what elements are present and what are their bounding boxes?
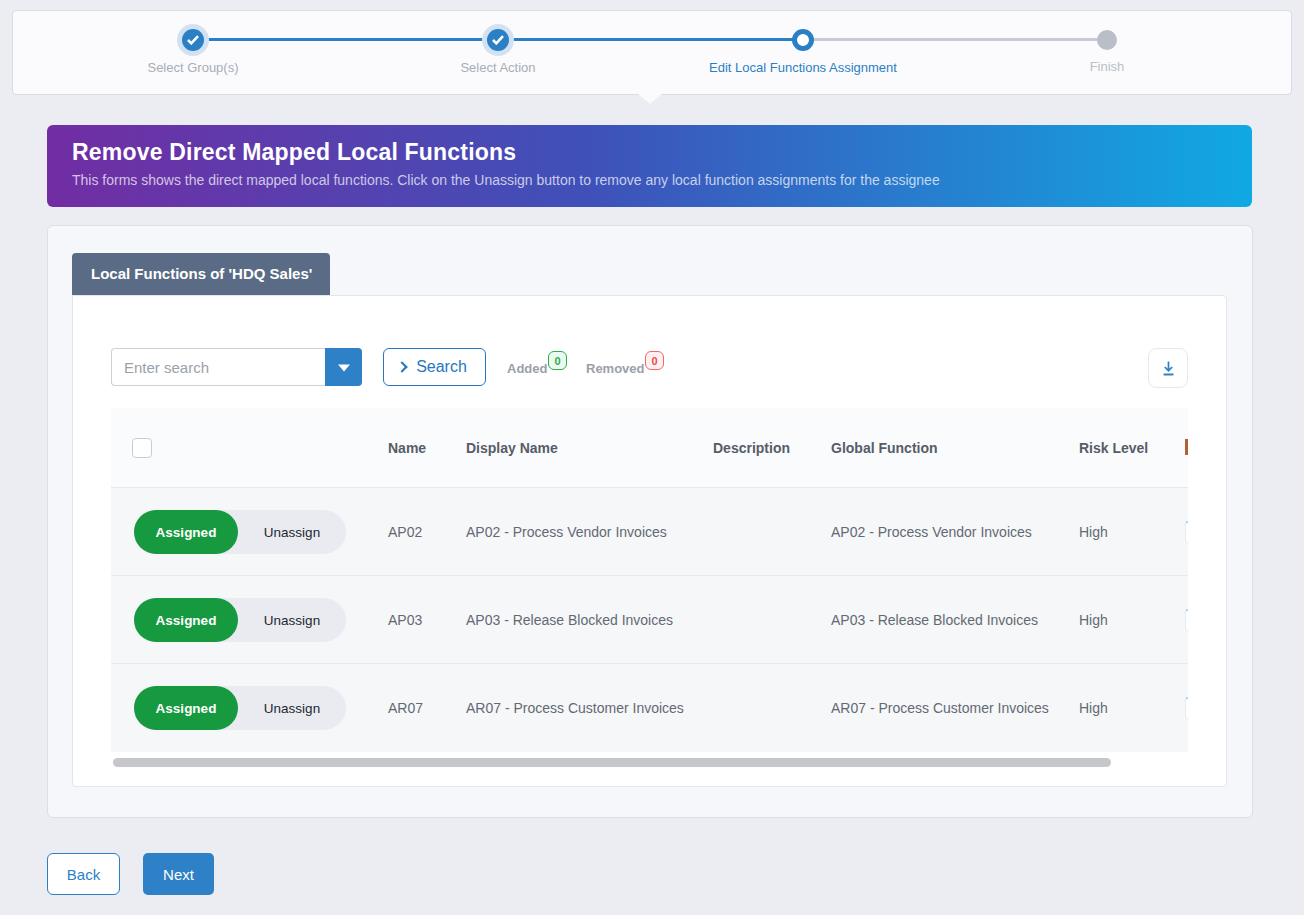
- select-all-checkbox[interactable]: [132, 438, 152, 458]
- next-button[interactable]: Next: [143, 853, 214, 895]
- table-header: Name Display Name Description Global Fun…: [111, 408, 1188, 488]
- clipped-cell-element: [1185, 697, 1188, 719]
- local-functions-table: Name Display Name Description Global Fun…: [111, 408, 1188, 752]
- stepper-step-select-groups[interactable]: Select Group(s): [43, 11, 343, 75]
- assigned-state[interactable]: Assigned: [134, 510, 238, 554]
- unassign-button[interactable]: Unassign: [238, 686, 346, 730]
- cell-risk-level: High: [1079, 524, 1108, 540]
- cell-global-function: AP02 - Process Vendor Invoices: [831, 524, 1032, 540]
- cell-display-name: AR07 - Process Customer Invoices: [466, 700, 684, 716]
- table-row: Assigned Unassign AR07 AR07 - Process Cu…: [111, 664, 1188, 752]
- banner-title: Remove Direct Mapped Local Functions: [72, 139, 1227, 166]
- col-header-description: Description: [713, 440, 790, 456]
- search-input[interactable]: [111, 348, 325, 386]
- stepper-step-label: Select Group(s): [43, 60, 343, 75]
- upcoming-step-dot: [1097, 30, 1117, 50]
- horizontal-scrollbar[interactable]: [113, 758, 1111, 767]
- assigned-state[interactable]: Assigned: [134, 598, 238, 642]
- download-button[interactable]: [1148, 348, 1188, 388]
- col-header-global-function: Global Function: [831, 440, 938, 456]
- stepper-step-edit-local-functions[interactable]: Edit Local Functions Assignment: [653, 11, 953, 75]
- stepper-notch: [637, 93, 663, 104]
- search-button[interactable]: Search: [383, 348, 486, 386]
- search-dropdown-button[interactable]: [325, 348, 362, 386]
- stepper: Select Group(s) Select Action Edit Local…: [12, 10, 1292, 95]
- download-icon: [1160, 360, 1177, 377]
- stepper-step-finish[interactable]: Finish: [957, 11, 1257, 74]
- unassign-button[interactable]: Unassign: [238, 510, 346, 554]
- assign-toggle[interactable]: Assigned Unassign: [134, 510, 346, 554]
- assign-toggle[interactable]: Assigned Unassign: [134, 598, 346, 642]
- search-button-label: Search: [416, 358, 467, 376]
- cell-name: AP02: [388, 524, 422, 540]
- cell-risk-level: High: [1079, 612, 1108, 628]
- stepper-step-label: Finish: [957, 59, 1257, 74]
- page: Select Group(s) Select Action Edit Local…: [0, 0, 1304, 915]
- removed-label: Removed: [586, 361, 645, 376]
- chevron-right-icon: [396, 361, 407, 372]
- assigned-state[interactable]: Assigned: [134, 686, 238, 730]
- table-row: Assigned Unassign AP03 AP03 - Release Bl…: [111, 576, 1188, 664]
- col-header-risk-level: Risk Level: [1079, 440, 1148, 456]
- added-count-badge: 0: [548, 351, 567, 370]
- banner-subtitle: This forms shows the direct mapped local…: [72, 172, 1227, 188]
- stepper-step-select-action[interactable]: Select Action: [348, 11, 648, 75]
- cell-risk-level: High: [1079, 700, 1108, 716]
- col-header-name: Name: [388, 440, 426, 456]
- unassign-button[interactable]: Unassign: [238, 598, 346, 642]
- added-label: Added: [507, 361, 547, 376]
- active-step-dot: [792, 29, 814, 51]
- back-button[interactable]: Back: [47, 853, 120, 895]
- tab-local-functions[interactable]: Local Functions of 'HDQ Sales': [72, 253, 330, 295]
- assign-toggle[interactable]: Assigned Unassign: [134, 686, 346, 730]
- clipped-cell-element: [1185, 609, 1188, 631]
- clipped-column-header: [1185, 439, 1188, 455]
- cell-name: AR07: [388, 700, 423, 716]
- cell-display-name: AP02 - Process Vendor Invoices: [466, 524, 667, 540]
- cell-global-function: AR07 - Process Customer Invoices: [831, 700, 1049, 716]
- caret-down-icon: [338, 365, 350, 372]
- removed-count-badge: 0: [645, 351, 664, 370]
- clipped-cell-element: [1185, 521, 1188, 543]
- table-row: Assigned Unassign AP02 AP02 - Process Ve…: [111, 488, 1188, 576]
- cell-name: AP03: [388, 612, 422, 628]
- stepper-step-label: Edit Local Functions Assignment: [653, 60, 953, 75]
- cell-global-function: AP03 - Release Blocked Invoices: [831, 612, 1038, 628]
- col-header-display-name: Display Name: [466, 440, 558, 456]
- check-icon: [487, 29, 509, 51]
- banner: Remove Direct Mapped Local Functions Thi…: [47, 125, 1252, 207]
- stepper-step-label: Select Action: [348, 60, 648, 75]
- check-icon: [182, 29, 204, 51]
- local-functions-panel: Search Added 0 Removed 0 Name Display Na…: [72, 295, 1227, 787]
- cell-display-name: AP03 - Release Blocked Invoices: [466, 612, 673, 628]
